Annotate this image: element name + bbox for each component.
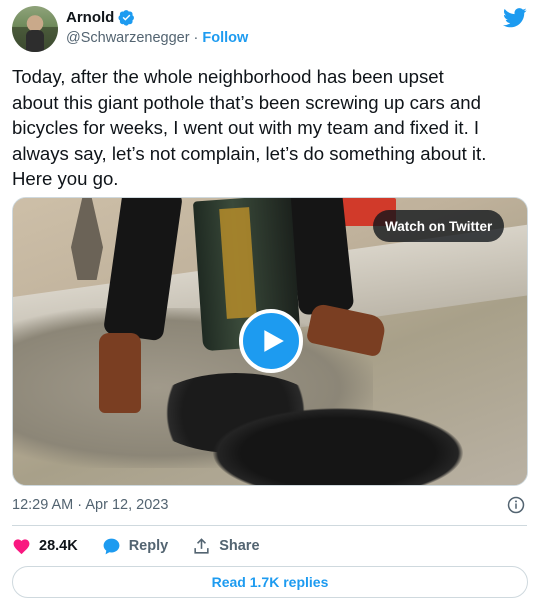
watch-on-twitter-button[interactable]: Watch on Twitter xyxy=(373,210,505,242)
action-bar: 28.4K Reply Share xyxy=(12,535,284,557)
twitter-bird-icon[interactable] xyxy=(503,8,527,28)
reply-label: Reply xyxy=(128,538,169,554)
play-icon xyxy=(264,330,284,352)
heart-icon xyxy=(13,538,30,554)
separator-dot: · xyxy=(193,30,199,46)
tweet-timestamp[interactable]: 12:29 AM · Apr 12, 2023 xyxy=(12,497,168,513)
handle-row: @Schwarzenegger · Follow xyxy=(66,30,248,46)
divider xyxy=(12,525,527,526)
info-icon[interactable] xyxy=(507,496,525,514)
tweet-header: Arnold @Schwarzenegger · Follow xyxy=(12,6,527,52)
tweet-video[interactable]: Watch on Twitter xyxy=(12,197,528,486)
left-boot xyxy=(99,333,141,413)
reply-bubble-icon xyxy=(103,538,120,554)
share-button[interactable]: Share xyxy=(192,537,260,556)
verified-badge-icon xyxy=(118,10,135,26)
like-count: 28.4K xyxy=(39,538,78,554)
like-button[interactable]: 28.4K xyxy=(12,537,78,556)
tweet-text: Today, after the whole neighborhood has … xyxy=(12,66,487,189)
author-name[interactable]: Arnold xyxy=(66,9,114,26)
reply-button[interactable]: Reply xyxy=(102,537,169,556)
avatar[interactable] xyxy=(12,6,58,52)
share-label: Share xyxy=(219,538,260,554)
read-replies-button[interactable]: Read 1.7K replies xyxy=(12,566,528,598)
play-button[interactable] xyxy=(239,309,303,373)
author-handle[interactable]: @Schwarzenegger xyxy=(66,30,190,46)
share-icon xyxy=(194,537,209,554)
author-name-row: Arnold xyxy=(66,9,135,26)
follow-button[interactable]: Follow xyxy=(202,30,248,46)
